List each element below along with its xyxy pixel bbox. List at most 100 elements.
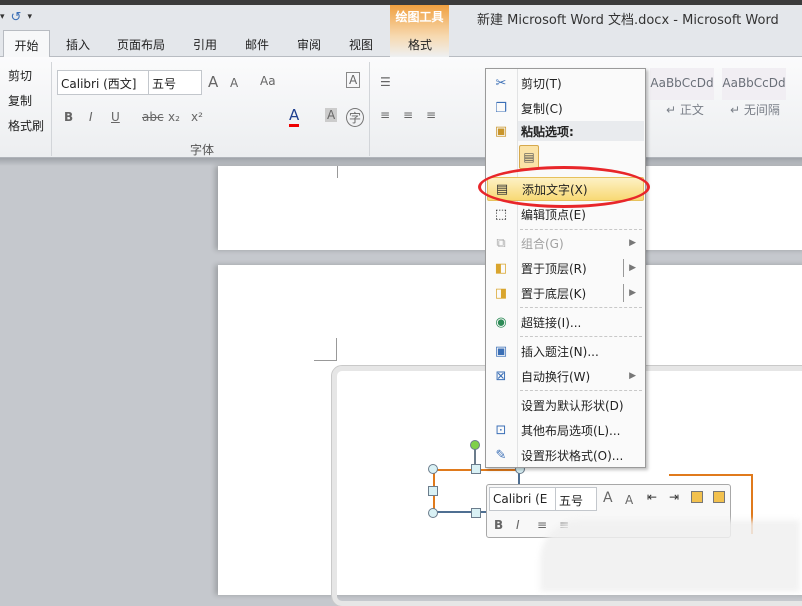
resize-handle[interactable] (428, 486, 438, 496)
scissors-icon: ✂ (495, 75, 507, 91)
tab-references[interactable]: 引用 (193, 36, 217, 53)
margin-mark (314, 338, 337, 361)
split-divider (623, 259, 624, 277)
menu-item-copy[interactable]: ❐ 复制(C) (487, 96, 644, 120)
align-left-icon[interactable]: ≡ (537, 518, 547, 532)
resize-handle[interactable] (428, 464, 438, 474)
menu-header-paste-options: ▣ 粘贴选项: (487, 119, 644, 143)
menu-item-send-to-back[interactable]: ◨ 置于底层(K) ▶ (487, 281, 644, 305)
shrink-font-icon[interactable]: A (625, 493, 633, 507)
submenu-arrow-icon[interactable]: ▶ (629, 288, 636, 298)
grow-font-icon[interactable]: A (603, 490, 613, 506)
char-shading-icon[interactable]: A (325, 108, 338, 122)
menu-item-more-layout-options[interactable]: ⊡ 其他布局选项(L)... (487, 418, 644, 442)
align-left-icon[interactable]: ≡ (380, 108, 390, 122)
tab-format[interactable]: 格式 (408, 36, 432, 53)
menu-item-format-shape[interactable]: ✎ 设置形状格式(O)... (487, 443, 644, 467)
menu-separator (520, 307, 642, 308)
menu-item-bring-to-front[interactable]: ◧ 置于顶层(R) ▶ (487, 256, 644, 280)
margin-mark (337, 166, 338, 178)
menu-separator (520, 229, 642, 230)
menu-item-group: ⧉ 组合(G) ▶ (487, 231, 644, 255)
ribbon-shadow (0, 158, 802, 166)
send-back-icon: ◨ (494, 285, 508, 301)
char-border-icon[interactable]: A (346, 72, 361, 88)
align-right-icon[interactable]: ≡ (426, 108, 436, 122)
submenu-arrow-icon: ▶ (629, 238, 636, 248)
quick-access-toolbar: ▾ ↺ ▾ (0, 8, 32, 26)
mini-font-select[interactable]: Calibri (E (489, 487, 556, 511)
customize-qat-icon[interactable]: ▾ (27, 12, 32, 22)
tab-page-layout[interactable]: 页面布局 (117, 36, 165, 53)
undo-dropdown-icon[interactable]: ▾ (0, 12, 5, 22)
annotation-ellipse (478, 166, 650, 208)
tab-review[interactable]: 审阅 (297, 36, 321, 53)
resize-handle[interactable] (471, 508, 481, 518)
font-size-select[interactable]: 五号 (148, 70, 202, 95)
shrink-font-icon[interactable]: A (230, 76, 238, 90)
decrease-indent-icon[interactable]: ⇤ (647, 490, 657, 504)
tab-home[interactable]: 开始 (3, 30, 50, 58)
paste-icon: ▣ (494, 123, 508, 139)
group-divider (51, 62, 52, 156)
layout-icon: ⊡ (495, 422, 507, 438)
redo-icon[interactable]: ↺ (11, 10, 22, 25)
grow-font-icon[interactable]: A (208, 73, 218, 91)
resize-handle[interactable] (471, 464, 481, 474)
italic-icon[interactable]: I (89, 110, 93, 124)
change-case-icon[interactable]: Aa (260, 74, 276, 88)
tab-view[interactable]: 视图 (349, 36, 373, 53)
watermark-blur (540, 520, 800, 592)
align-center-icon[interactable]: ≡ (403, 108, 413, 122)
edit-points-icon: ⬚ (494, 206, 508, 222)
menu-item-insert-caption[interactable]: ▣ 插入题注(N)... (487, 339, 644, 363)
caption-icon: ▣ (494, 343, 508, 359)
split-divider (623, 284, 624, 302)
superscript-icon[interactable]: x² (191, 110, 203, 124)
format-painter-button[interactable]: 格式刷 (8, 117, 44, 134)
subscript-icon[interactable]: x₂ (168, 110, 180, 124)
style-no-spacing-label: ↵ 无间隔 (730, 103, 780, 117)
font-name-select[interactable]: Calibri (西文] (57, 70, 149, 95)
rotation-handle[interactable] (470, 440, 480, 450)
menu-item-wrap-text[interactable]: ⊠ 自动换行(W) ▶ (487, 364, 644, 388)
group-divider (369, 62, 370, 156)
copy-icon: ❐ (495, 100, 507, 116)
send-back-icon[interactable] (713, 491, 725, 503)
enclose-char-icon[interactable]: 字 (346, 108, 365, 127)
tab-insert[interactable]: 插入 (66, 36, 90, 53)
context-menu: ✂ 剪切(T) ❐ 复制(C) ▣ 粘贴选项: ▤ ▤ 添加文字(X) ⬚ 编辑顶点(E)… (485, 68, 646, 468)
style-no-spacing[interactable]: AaBbCcDd (722, 68, 786, 100)
copy-button[interactable]: 复制 (8, 92, 32, 109)
menu-separator (520, 390, 642, 391)
cut-button[interactable]: 剪切 (8, 67, 32, 84)
menu-separator (520, 336, 642, 337)
resize-handle[interactable] (428, 508, 438, 518)
bold-icon[interactable]: B (64, 110, 73, 124)
font-color-icon[interactable]: A (289, 106, 300, 127)
hyperlink-icon: ◉ (495, 314, 507, 330)
italic-icon[interactable]: I (516, 518, 520, 532)
group-icon: ⧉ (496, 235, 506, 251)
menu-item-cut[interactable]: ✂ 剪切(T) (487, 71, 644, 95)
bring-front-icon: ◧ (494, 260, 508, 276)
mini-size-select[interactable]: 五号 (555, 487, 597, 511)
strikethrough-icon[interactable]: abc (142, 110, 164, 124)
style-normal[interactable]: AaBbCcDd (650, 68, 714, 100)
bring-front-icon[interactable] (691, 491, 703, 503)
increase-indent-icon[interactable]: ⇥ (669, 490, 679, 504)
underline-icon[interactable]: U (111, 110, 120, 124)
tab-mailings[interactable]: 邮件 (245, 36, 269, 53)
bullets-icon[interactable]: ☰ (380, 75, 391, 89)
format-shape-icon: ✎ (495, 447, 507, 463)
style-normal-label: ↵ 正文 (666, 103, 704, 117)
menu-item-set-default-shape[interactable]: 设置为默认形状(D) (487, 393, 644, 417)
paste-keep-formatting-button[interactable]: ▤ (519, 145, 539, 169)
menu-item-hyperlink[interactable]: ◉ 超链接(I)... (487, 310, 644, 334)
submenu-arrow-icon: ▶ (629, 371, 636, 381)
wrap-text-icon: ⊠ (495, 368, 507, 384)
drawing-tools-label: 绘图工具 (395, 10, 444, 24)
submenu-arrow-icon[interactable]: ▶ (629, 263, 636, 273)
bold-icon[interactable]: B (494, 518, 503, 532)
window-title: 新建 Microsoft Word 文档.docx - Microsoft Wo… (477, 13, 779, 28)
